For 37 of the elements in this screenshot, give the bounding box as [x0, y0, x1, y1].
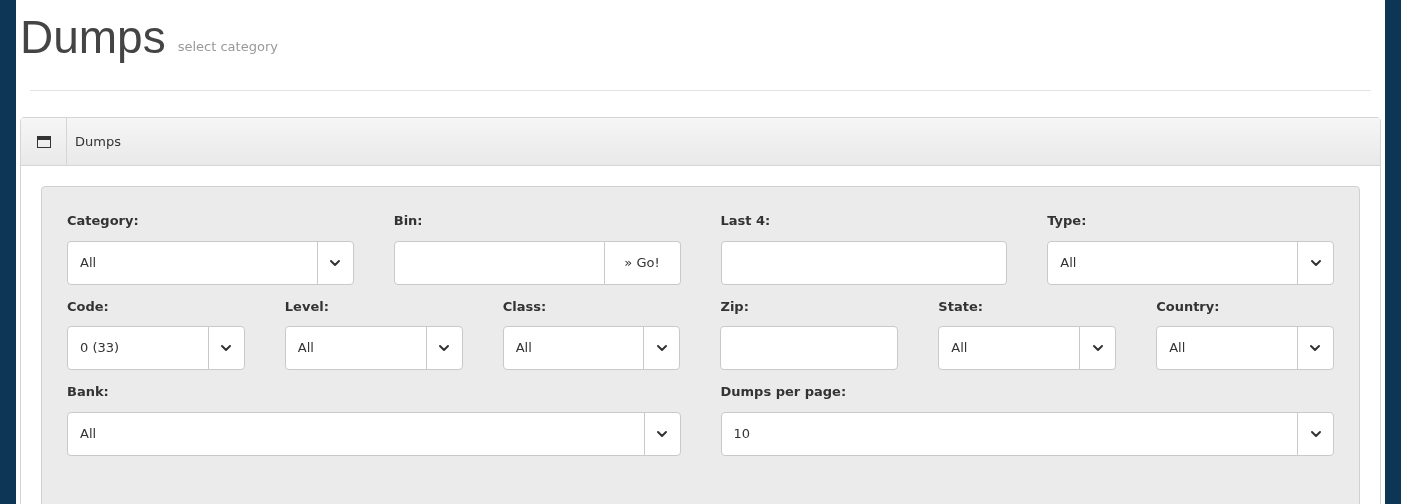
window-icon: [36, 135, 51, 148]
input-field[interactable]: [720, 240, 1008, 285]
dropdown-value: All: [1168, 339, 1187, 358]
field-label: Level:: [284, 297, 330, 316]
field-label: Bank:: [67, 383, 110, 401]
dropdown-value: 0 (33): [79, 339, 121, 358]
dropdown[interactable]: All: [67, 240, 354, 285]
go-button[interactable]: » Go!: [604, 240, 681, 285]
dropdown[interactable]: 0 (33): [67, 326, 245, 370]
field-label: Category:: [67, 212, 140, 230]
dropdown[interactable]: All: [938, 326, 1117, 370]
input-field[interactable]: [720, 326, 899, 370]
dropdown-value: All: [79, 424, 98, 443]
dropdown[interactable]: All: [1047, 240, 1334, 285]
page-subtitle: select category: [177, 37, 278, 56]
field-label: Code:: [67, 297, 110, 316]
field-label: Last 4:: [720, 212, 772, 230]
panel-title: Dumps: [74, 132, 121, 151]
field-label: Zip:: [720, 297, 750, 316]
dropdown[interactable]: 10: [720, 411, 1334, 456]
input-field[interactable]: [393, 240, 605, 285]
field-label: Class:: [502, 297, 548, 316]
field-label: Dumps per page:: [720, 383, 848, 401]
dropdown-value: All: [296, 339, 315, 358]
dropdown-value: All: [950, 339, 969, 358]
field-label: Bin:: [393, 212, 424, 230]
field-label: State:: [938, 297, 984, 316]
dropdown-value: 10: [732, 424, 752, 443]
field-label: Type:: [1047, 212, 1088, 230]
dropdown-value: All: [1059, 253, 1078, 272]
dropdown[interactable]: All: [67, 411, 681, 456]
dropdown[interactable]: All: [1156, 326, 1334, 370]
dropdown[interactable]: All: [284, 326, 463, 370]
dropdown[interactable]: All: [502, 326, 681, 370]
field-label: Country:: [1156, 297, 1221, 316]
dropdown-value: All: [79, 253, 98, 272]
dropdown-value: All: [514, 339, 533, 358]
